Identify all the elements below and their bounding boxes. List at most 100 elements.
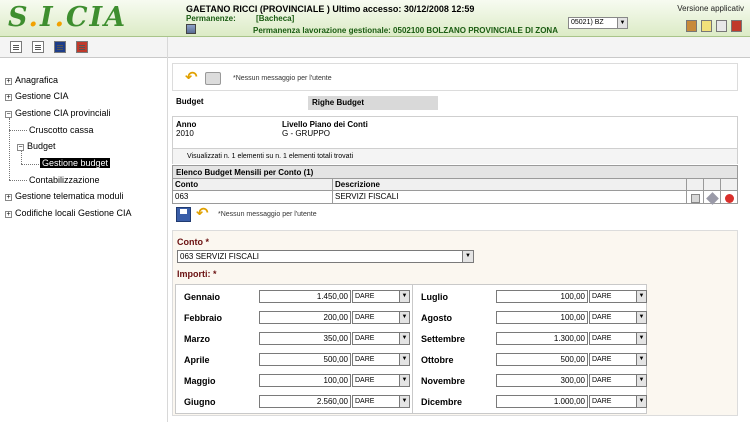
type-select-value: DARE: [355, 314, 375, 321]
sidebar-item-contabilizzazione[interactable]: Contabilizzazione: [29, 175, 100, 185]
amount-field[interactable]: 100,00: [496, 311, 588, 324]
month-label: Ottobre: [421, 355, 454, 365]
amount-field[interactable]: 300,00: [496, 374, 588, 387]
chevron-down-icon[interactable]: ▼: [636, 291, 646, 302]
amount-field[interactable]: 100,00: [259, 374, 351, 387]
anno-label: Anno: [176, 120, 197, 129]
chevron-down-icon[interactable]: ▼: [636, 312, 646, 323]
column-header-descrizione[interactable]: Descrizione: [335, 179, 380, 191]
message-text: *Nessun messaggio per l'utente: [233, 75, 332, 82]
type-select-value: DARE: [592, 293, 612, 300]
tab-righe-budget[interactable]: Righe Budget: [308, 96, 438, 110]
table-row[interactable]: 063 SERVIZI FISCALI: [173, 191, 737, 203]
notes-icon[interactable]: [701, 20, 712, 32]
type-select[interactable]: DARE ▼: [589, 353, 647, 366]
chevron-down-icon[interactable]: ▼: [462, 251, 473, 262]
column-divider: [332, 179, 333, 190]
expand-icon[interactable]: +: [5, 211, 12, 218]
mail-icon[interactable]: [716, 20, 727, 32]
amount-field[interactable]: 2.560,00: [259, 395, 351, 408]
amount-field[interactable]: 500,00: [259, 353, 351, 366]
type-select[interactable]: DARE ▼: [352, 395, 410, 408]
message-text: *Nessun messaggio per l'utente: [218, 211, 317, 218]
sidebar-item-cruscotto-cassa[interactable]: Cruscotto cassa: [29, 125, 94, 135]
type-select[interactable]: DARE ▼: [589, 311, 647, 324]
importi-grid: Gennaio 1.450,00 DARE ▼ Febbraio 200,00 D…: [175, 284, 647, 414]
type-select[interactable]: DARE ▼: [352, 332, 410, 345]
amount-field[interactable]: 1.300,00: [496, 332, 588, 345]
amount-field[interactable]: 350,00: [259, 332, 351, 345]
chevron-down-icon[interactable]: ▼: [399, 354, 409, 365]
chevron-down-icon[interactable]: ▼: [636, 354, 646, 365]
column-divider: [332, 191, 333, 203]
sidebar-item-codifiche-locali[interactable]: + Codifiche locali Gestione CIA: [5, 208, 132, 218]
month-label: Maggio: [184, 376, 216, 386]
amount-field[interactable]: 1.450,00: [259, 290, 351, 303]
month-label: Marzo: [184, 334, 211, 344]
amount-field[interactable]: 1.000,00: [496, 395, 588, 408]
undo-icon[interactable]: ↶: [185, 68, 198, 86]
chevron-down-icon[interactable]: ▼: [636, 333, 646, 344]
column-header-conto[interactable]: Conto: [175, 179, 198, 191]
app-header: S.I.CIA GAETANO RICCI (PROVINCIALE ) Ult…: [0, 0, 750, 37]
delete-icon[interactable]: [720, 179, 737, 204]
sidebar-item-budget[interactable]: − Budget: [17, 141, 56, 151]
chevron-down-icon[interactable]: ▼: [399, 375, 409, 386]
expand-icon[interactable]: +: [5, 194, 12, 201]
close-panel-icon[interactable]: [76, 41, 88, 53]
sidebar-item-gestione-cia[interactable]: + Gestione CIA: [5, 91, 69, 101]
type-select[interactable]: DARE ▼: [352, 311, 410, 324]
type-select[interactable]: DARE ▼: [589, 290, 647, 303]
sidebar-item-label: Cruscotto cassa: [29, 125, 94, 135]
expand-icon[interactable]: +: [5, 94, 12, 101]
tree-connector: [21, 151, 22, 164]
sede-select[interactable]: 05021) BZ ▼: [568, 17, 628, 29]
action-bar: ↶ *Nessun messaggio per l'utente: [172, 204, 738, 226]
undo-icon[interactable]: ↶: [196, 204, 209, 222]
save-icon[interactable]: [176, 207, 191, 222]
chevron-down-icon[interactable]: ▼: [636, 375, 646, 386]
amount-field[interactable]: 100,00: [496, 290, 588, 303]
sidebar-item-gestione-budget[interactable]: Gestione budget: [40, 158, 111, 168]
print-icon[interactable]: [205, 72, 221, 85]
sidebar-item-gestione-cia-provinciali[interactable]: − Gestione CIA provinciali: [5, 108, 111, 118]
collapse-icon[interactable]: −: [17, 144, 24, 151]
chevron-down-icon[interactable]: ▼: [617, 18, 627, 28]
tab-budget[interactable]: Budget: [176, 97, 204, 106]
tab-row: Budget Righe Budget: [172, 96, 738, 110]
type-select[interactable]: DARE ▼: [589, 395, 647, 408]
header-tools: [686, 20, 742, 32]
sidebar-divider: [167, 37, 168, 422]
menu-collapse-icon[interactable]: [32, 41, 44, 53]
conto-select[interactable]: 063 SERVIZI FISCALI ▼: [177, 250, 474, 263]
panel-icon[interactable]: [54, 41, 66, 53]
grid-divider: [412, 285, 413, 413]
type-select[interactable]: DARE ▼: [589, 332, 647, 345]
sidebar-item-gestione-telematica[interactable]: + Gestione telematica moduli: [5, 191, 124, 201]
type-select[interactable]: DARE ▼: [589, 374, 647, 387]
permanenze-value[interactable]: [Bacheca]: [256, 14, 294, 23]
logout-icon[interactable]: [731, 20, 742, 32]
amount-field[interactable]: 500,00: [496, 353, 588, 366]
importi-label: Importi: *: [177, 269, 217, 279]
type-select[interactable]: DARE ▼: [352, 290, 410, 303]
type-select[interactable]: DARE ▼: [352, 374, 410, 387]
type-select[interactable]: DARE ▼: [352, 353, 410, 366]
chevron-down-icon[interactable]: ▼: [399, 396, 409, 407]
budget-info: Anno 2010 Livello Piano dei Conti G - GR…: [172, 116, 738, 164]
tools-icon[interactable]: [703, 179, 720, 205]
chevron-down-icon[interactable]: ▼: [636, 396, 646, 407]
chevron-down-icon[interactable]: ▼: [399, 291, 409, 302]
sidebar-item-anagrafica[interactable]: + Anagrafica: [5, 75, 58, 85]
menu-expand-icon[interactable]: [10, 41, 22, 53]
amount-field[interactable]: 200,00: [259, 311, 351, 324]
type-select-value: DARE: [592, 335, 612, 342]
table-header: Conto Descrizione: [173, 179, 737, 191]
collapse-icon[interactable]: −: [5, 111, 12, 118]
book-icon[interactable]: [686, 20, 697, 32]
expand-icon[interactable]: +: [5, 78, 12, 85]
edit-icon[interactable]: [686, 179, 703, 204]
chevron-down-icon[interactable]: ▼: [399, 333, 409, 344]
building-icon: [186, 24, 196, 34]
chevron-down-icon[interactable]: ▼: [399, 312, 409, 323]
